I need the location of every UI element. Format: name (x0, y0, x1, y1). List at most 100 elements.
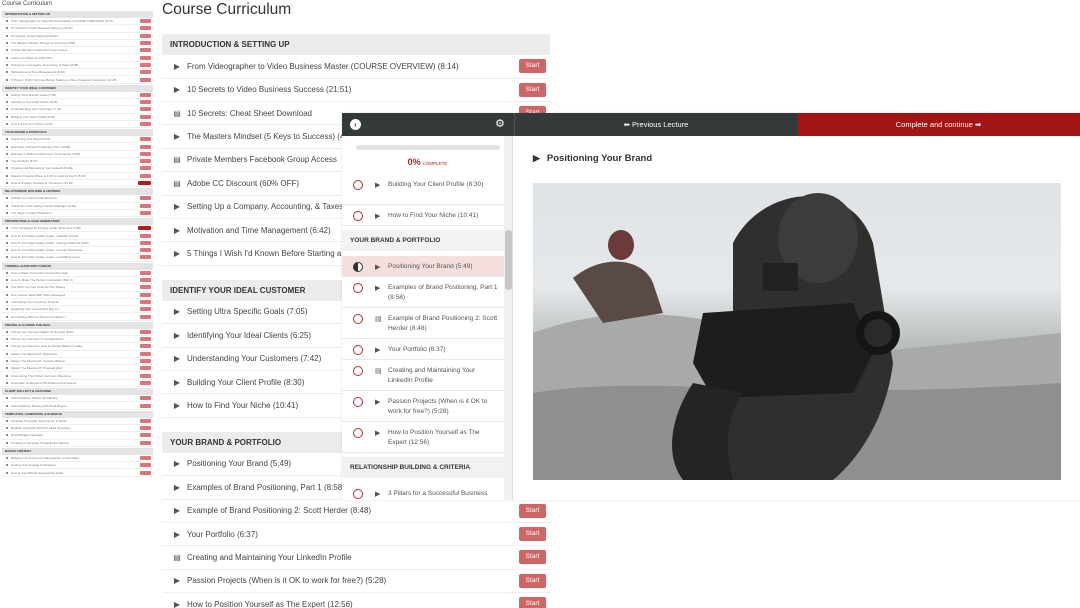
mini-list-item[interactable]: Understanding Your Customers (7:42) (2, 106, 153, 114)
start-button[interactable]: Start (519, 59, 546, 74)
mini-list-item[interactable]: Automating Your Lead Gen Process (2, 299, 153, 307)
mini-list-item[interactable]: Not Sticking With the Recommendations (2, 313, 153, 321)
mini-list-item[interactable]: Adobe CC Discount (60% OFF) (2, 54, 153, 62)
mini-list-item[interactable]: How To Find High Quality Leads - Local B… (2, 254, 153, 262)
mini-list-item[interactable]: Bridging The Gap From Videographer to Fi… (2, 455, 153, 463)
mini-list-item[interactable]: Pricing Your Services: How to Charge Bas… (2, 343, 153, 351)
mini-start-button[interactable] (140, 55, 151, 60)
lecture-row[interactable]: ▶ Passion Projects (When is it OK to work… (162, 570, 550, 594)
mini-start-button[interactable] (140, 440, 151, 445)
completion-circle-icon[interactable] (353, 211, 363, 221)
mini-list-item[interactable]: 4 Key Strategies for Finding Leads (Over… (2, 225, 153, 233)
sidebar-lecture-item[interactable]: ▶ Your Portfolio (6:37) (342, 339, 504, 360)
mini-list-item[interactable]: How to Position Yourself as The Expert (… (2, 180, 153, 188)
mini-list-item[interactable]: 10 Secrets: Cheat Sheet Download (2, 33, 153, 40)
mini-list-item[interactable]: Examples of Brand Positioning, Part 1 (8… (2, 143, 153, 151)
sidebar-lecture-item[interactable]: ▶ Passion Projects (When is it OK to work… (342, 391, 504, 422)
mini-start-button[interactable] (140, 344, 151, 349)
mini-list-item[interactable]: How To Find High Quality Leads - Account… (2, 247, 153, 255)
mini-start-button[interactable] (140, 433, 151, 438)
sidebar-lecture-item[interactable]: ▶ 3 Pillars for a Successful Business (342, 483, 504, 500)
sidebar-lecture-item[interactable]: ▶ Building Your Client Profile (8:30) (342, 174, 504, 205)
mini-list-item[interactable]: 3 Must-Do Cold Calling & Email Strategie… (2, 203, 153, 210)
mini-list-item[interactable]: Pricing Your Services: 5 Considerations (2, 336, 153, 344)
mini-list-item[interactable]: Private Members Facebook Group Access (2, 47, 153, 55)
start-button[interactable]: Start (519, 527, 546, 542)
mini-list-item[interactable]: How To Find High Quality Leads - LinkedI… (2, 232, 153, 240)
mini-list-item[interactable]: From Videographer to Video Business Mast… (2, 18, 153, 26)
mini-list-item[interactable]: The Value of Video Production (2, 210, 153, 218)
mini-start-button[interactable] (140, 307, 151, 312)
mini-start-button[interactable] (140, 144, 151, 149)
sidebar-lecture-item[interactable]: ▤ Creating and Maintaining Your LinkedIn … (342, 360, 504, 391)
sidebar-lecture-item[interactable]: ▶ Positioning Your Brand (5:49) (342, 256, 504, 277)
mini-start-button[interactable] (140, 366, 151, 371)
start-button[interactable]: Start (519, 550, 546, 565)
mini-list-item[interactable]: 5 Things I Wish I'd Known Before Startin… (2, 76, 153, 84)
mini-list-item[interactable]: Proposals: Understand The Different Appr… (2, 380, 153, 388)
mini-list-item[interactable]: Pricing Your Services (Make Up Results) … (2, 329, 153, 336)
mini-list-item[interactable]: Qualifying Your Lead (Client Buy-In) (2, 306, 153, 314)
mini-start-button[interactable] (140, 329, 151, 334)
start-button[interactable]: Start (519, 82, 546, 97)
mini-start-button[interactable] (140, 26, 151, 31)
mini-list-item[interactable]: Email Budget Calculator (2, 432, 153, 440)
mini-start-button[interactable] (140, 299, 151, 304)
mini-start-button[interactable] (140, 210, 151, 215)
mini-start-button[interactable] (140, 159, 151, 164)
video-player[interactable] (533, 183, 1061, 480)
mini-start-button[interactable] (140, 137, 151, 142)
mini-start-button[interactable] (140, 41, 151, 46)
completion-circle-icon[interactable] (353, 397, 363, 407)
mini-start-button[interactable] (140, 151, 151, 156)
start-button[interactable]: Start (519, 597, 546, 608)
mini-start-button[interactable] (140, 233, 151, 238)
mini-start-button[interactable] (140, 403, 151, 408)
gear-icon[interactable]: ⚙ (495, 117, 505, 130)
mini-list-item[interactable]: Overcoming The 5 Most Common Objections (2, 372, 153, 380)
mini-start-button[interactable] (138, 226, 151, 231)
mini-list-item[interactable]: Replace Contracts With Pre-Filled Templa… (2, 425, 153, 433)
mini-start-button[interactable] (140, 203, 151, 208)
mini-list-item[interactable]: The Masters Mindset (5 Keys to Success) … (2, 40, 153, 48)
mini-start-button[interactable] (140, 48, 151, 53)
mini-start-button[interactable] (140, 62, 151, 67)
mini-list-item[interactable]: Passion Projects (When is it OK to work … (2, 173, 153, 180)
mini-list-item[interactable]: Setting Up a Company, Accounting, & Taxe… (2, 62, 153, 70)
mini-start-button[interactable] (140, 166, 151, 171)
mini-start-button[interactable] (140, 196, 151, 201)
lecture-row[interactable]: ▶ How to Position Yourself as The Expert … (162, 593, 550, 608)
mini-list-item[interactable]: Motivation and Time Management (6:42) (2, 69, 153, 77)
mini-list-item[interactable]: Creating and Maintaining Your LinkedIn P… (2, 165, 153, 173)
scrollbar-thumb[interactable] (505, 230, 512, 290)
mini-list-item[interactable]: Getting Your Prestige & Showreel (2, 462, 153, 470)
completion-circle-icon[interactable] (353, 428, 363, 438)
mini-list-item[interactable]: How To Make The Perfect Introduction (Pa… (2, 277, 153, 285)
mini-start-button[interactable] (140, 100, 151, 105)
mini-list-item[interactable]: Identifying Your Ideal Clients (6:25) (2, 99, 153, 107)
mini-start-button[interactable] (140, 373, 151, 378)
completion-circle-icon[interactable] (353, 489, 363, 499)
completion-circle-icon[interactable] (353, 314, 363, 324)
mini-start-button[interactable] (140, 418, 151, 423)
mini-start-button[interactable] (140, 337, 151, 342)
mini-start-button[interactable] (140, 396, 151, 401)
mini-start-button[interactable] (138, 181, 151, 186)
sidebar-lecture-item[interactable]: ▤ Example of Brand Positioning 2: Scott H… (342, 308, 504, 339)
sidebar-scrollbar[interactable] (504, 136, 512, 500)
completion-circle-icon[interactable] (353, 366, 363, 376)
mini-start-button[interactable] (140, 426, 151, 431)
mini-list-item[interactable]: 10 Secrets to Video Business Success (21… (2, 25, 153, 33)
mini-start-button[interactable] (140, 33, 151, 38)
mini-list-item[interactable]: Template Proposals, Documents, & Decks (2, 418, 153, 425)
mini-list-item[interactable]: Setting Ultra Specific Goals (7:05) (2, 92, 153, 99)
mini-list-item[interactable]: How to Make The Perfect Introduction Cal… (2, 270, 153, 277)
mini-start-button[interactable] (140, 351, 151, 356)
back-icon[interactable]: ‹ (350, 119, 361, 130)
mini-start-button[interactable] (140, 285, 151, 290)
complete-and-continue-button[interactable]: Complete and continue ➡ (797, 113, 1080, 136)
completion-circle-icon[interactable] (353, 262, 363, 272)
mini-list-item[interactable]: How To Find High Quality Leads - Getting… (2, 240, 153, 248)
mini-list-item[interactable]: The Pitch: Let Your Work Do The Talking (2, 284, 153, 292)
mini-list-item[interactable]: Building Your Client Profile (8:30) (2, 114, 153, 121)
